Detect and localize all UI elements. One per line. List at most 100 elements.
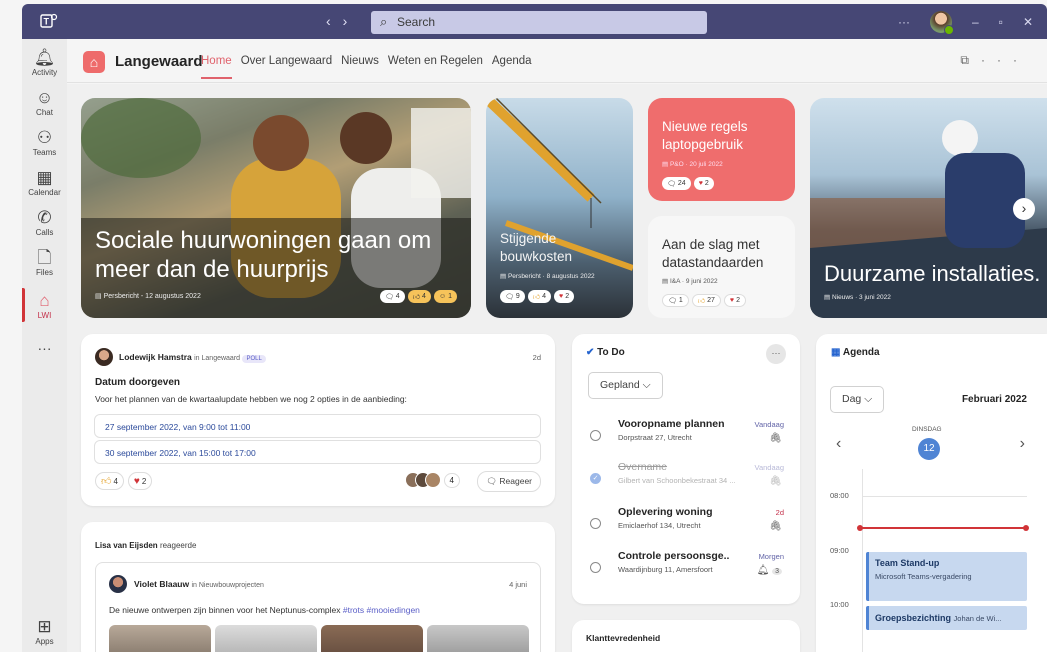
like-count[interactable]: 👍︎ 4 <box>527 290 552 303</box>
todo-item[interactable]: ✓ Overname Gilbert van Schoonbekestraat … <box>586 461 784 501</box>
todo-checkbox[interactable] <box>590 518 601 529</box>
tab-agenda[interactable]: Agenda <box>492 55 532 67</box>
minimize-icon[interactable]: – <box>972 15 979 29</box>
current-time-dot <box>857 525 863 531</box>
calendar-icon: ▦ <box>831 347 841 358</box>
rail-item-calendar[interactable]: ▦ Calendar <box>22 168 67 197</box>
more-icon[interactable]: ··· <box>981 53 1029 67</box>
hero-card-sociale-huurwoningen[interactable]: Sociale huurwoningen gaan om meer dan de… <box>81 98 471 318</box>
hero-card-bouwkosten[interactable]: Stijgende bouwkosten ▤ Persbericht · 8 a… <box>486 98 633 318</box>
hashtags[interactable]: #trots #mooiedingen <box>343 605 420 615</box>
todo-item[interactable]: Vooropname plannen Dorpstraat 27, Utrech… <box>586 418 784 458</box>
tab-weten-en-regelen[interactable]: Weten en Regelen <box>388 55 483 67</box>
poll-title: Datum doorgeven <box>95 377 181 388</box>
hero-card-datastandaarden[interactable]: Aan de slag met datastandaarden ▤ I&A · … <box>648 216 795 318</box>
hero-photo-crane <box>486 98 633 271</box>
heart-count[interactable]: ♥ 2 <box>554 290 575 303</box>
history-nav[interactable]: ‹› <box>326 13 359 29</box>
rail-item-activity[interactable]: 🔔︎ Activity <box>22 48 67 77</box>
todo-item[interactable]: Oplevering woning Emiclaerhof 134, Utrec… <box>586 506 784 546</box>
gallery-image[interactable] <box>215 625 317 652</box>
poll-option[interactable]: 27 september 2022, van 9:00 tot 11:00 <box>94 414 541 438</box>
todo-checkbox-checked[interactable]: ✓ <box>590 473 601 484</box>
event-groepsbezichting[interactable]: Groepsbezichting Johan de Wi... <box>866 606 1027 630</box>
hero-reactions: 🗨︎ 1 👍︎ 27 ♥ 2 <box>662 294 746 307</box>
hero-photo-family <box>81 98 471 318</box>
todo-filter-dropdown[interactable]: Gepland ⌵ <box>588 372 663 399</box>
hour-line <box>862 496 1027 497</box>
search-input[interactable]: ⌕ Search <box>371 11 707 34</box>
app-header: ⌂ Langewaard Home Over Langewaard Nieuws… <box>67 39 1047 83</box>
back-icon[interactable]: ‹ <box>326 13 343 29</box>
heart-count[interactable]: ♥ 2 <box>127 472 153 490</box>
prev-day-icon[interactable]: ‹ <box>836 435 841 453</box>
event-team-standup[interactable]: Team Stand-up Microsoft Teams-vergaderin… <box>866 552 1027 601</box>
tab-home[interactable]: Home <box>201 55 232 79</box>
like-count[interactable]: 👍︎ 4 <box>407 290 431 303</box>
file-icon: 🗋︎ <box>37 248 52 267</box>
user-avatar[interactable] <box>929 10 954 35</box>
like-count[interactable]: 👍︎ 27 <box>691 294 721 307</box>
poll-option[interactable]: 30 september 2022, van 15:00 tot 17:00 <box>94 440 541 464</box>
maximize-icon[interactable]: ▫ <box>999 15 1003 29</box>
author-name[interactable]: Lodewijk Hamstra <box>119 352 192 362</box>
hero-title: Sociale huurwoningen gaan om meer dan de… <box>95 227 432 283</box>
gallery-image[interactable] <box>427 625 529 652</box>
window-controls: ··· – ▫ ✕ <box>898 4 1047 39</box>
app-name: Langewaard <box>115 53 203 70</box>
reply-button[interactable]: 🗨︎ Reageer <box>477 471 541 492</box>
current-time-dot <box>1023 525 1029 531</box>
gallery-image[interactable] <box>321 625 423 652</box>
forward-icon[interactable]: › <box>343 13 360 29</box>
todo-item[interactable]: Controle persoonsge.. Waardijnburg 11, A… <box>586 550 784 590</box>
todo-title: ✔ To Do <box>586 347 625 358</box>
comment-count[interactable]: 🗨︎ 4 <box>379 290 405 303</box>
more-options-icon[interactable]: ··· <box>898 15 910 29</box>
gallery-image[interactable] <box>109 625 211 652</box>
rail-item-lwi[interactable]: ⌂ LWI <box>22 288 67 322</box>
author-name[interactable]: Violet Blaauw <box>134 579 189 589</box>
like-count[interactable]: 👍︎ 4 <box>95 472 124 490</box>
comment-count[interactable]: 🗨︎ 1 <box>662 294 689 307</box>
selected-day[interactable]: 12 <box>918 438 940 460</box>
todo-checkbox[interactable] <box>590 562 601 573</box>
view-dropdown[interactable]: Dag ⌵ <box>830 386 885 413</box>
hero-title: Nieuwe regels laptopgebruik <box>662 119 748 152</box>
tab-over-langewaard[interactable]: Over Langewaard <box>241 55 332 67</box>
popout-icon[interactable]: ⧉ <box>960 53 981 67</box>
hero-meta: ▤ P&O · 20 juli 2022 <box>662 161 723 168</box>
chat-icon: ☺ <box>35 88 54 107</box>
agenda-title: ▦ Agenda <box>831 347 880 358</box>
hero-meta: ▤ Persbericht · 8 augustus 2022 <box>500 273 595 280</box>
heart-count[interactable]: ♥ 2 <box>693 177 714 190</box>
todo-checkbox[interactable] <box>590 430 601 441</box>
quoted-post[interactable]: Violet Blaauw in Nieuwbouwprojecten 4 ju… <box>95 562 541 652</box>
rail-item-teams[interactable]: ⚇ Teams <box>22 128 67 157</box>
tab-nieuws[interactable]: Nieuws <box>341 55 379 67</box>
close-icon[interactable]: ✕ <box>1023 15 1033 29</box>
hero-reactions: 🗨︎ 4 👍︎ 4 ☺ 1 <box>379 290 457 303</box>
rail-item-calls[interactable]: ✆ Calls <box>22 208 67 237</box>
participants[interactable]: 4 <box>404 472 460 488</box>
participant-count: 4 <box>443 472 460 488</box>
heart-count[interactable]: ♥ 2 <box>723 294 746 307</box>
carousel-next-button[interactable]: › <box>1013 198 1035 220</box>
langewaard-logo-icon: ⌂ <box>83 51 105 73</box>
todo-more-icon[interactable]: ··· <box>766 344 786 364</box>
laugh-count[interactable]: ☺ 1 <box>433 290 457 303</box>
current-time-line <box>858 527 1027 529</box>
poll-body: Voor het plannen van de kwartaalupdate h… <box>95 394 407 404</box>
comment-count[interactable]: 🗨︎ 9 <box>500 290 525 303</box>
next-day-icon[interactable]: › <box>1020 435 1025 453</box>
hero-card-duurzame-installaties[interactable]: Duurzame installaties. ▤ Nieuws · 3 juni… <box>810 98 1047 318</box>
hero-card-laptopgebruik[interactable]: Nieuwe regels laptopgebruik ▤ P&O · 20 j… <box>648 98 795 201</box>
comment-count[interactable]: 🗨︎ 24 <box>662 177 691 190</box>
paperclip-icon: 🖇︎ <box>769 521 782 532</box>
apps-icon: ⊞ <box>37 617 52 636</box>
rail-item-apps[interactable]: ⊞ Apps <box>22 617 67 646</box>
rail-item-files[interactable]: 🗋︎ Files <box>22 248 67 277</box>
poll-reactions: 👍︎ 4 ♥ 2 <box>95 472 153 490</box>
rail-item-chat[interactable]: ☺ Chat <box>22 88 67 117</box>
actor-name[interactable]: Lisa van Eijsden <box>95 541 158 550</box>
rail-more-apps-icon[interactable]: ··· <box>22 340 67 356</box>
